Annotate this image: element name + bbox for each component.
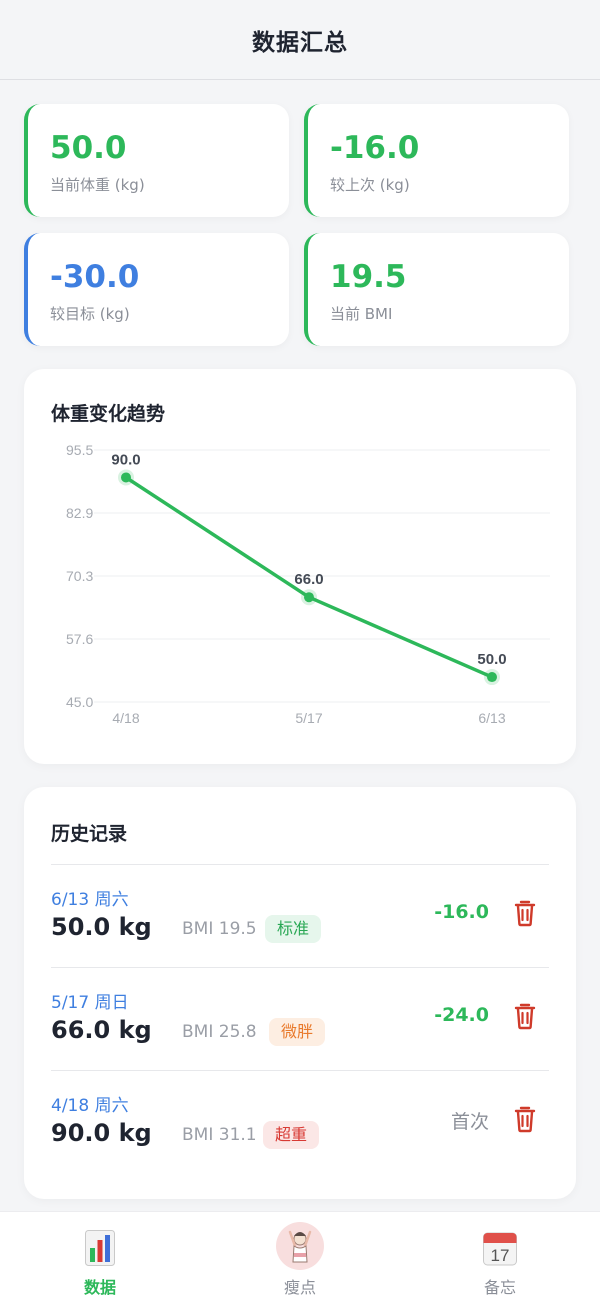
record-date: 4/18 周六 [51,1096,129,1116]
bottom-tab-bar: 数据 瘦点 17 备忘 [0,1211,600,1299]
trash-icon[interactable] [513,1002,537,1030]
tab-label: 瘦点 [283,1278,316,1297]
y-tick-label: 70.3 [66,568,93,584]
stat-card-vs-goal: -30.0 较目标 (kg) [24,233,289,346]
tab-data[interactable]: 数据 [0,1212,200,1299]
y-tick-label: 57.6 [66,631,93,647]
data-label: 50.0 [477,651,506,668]
x-tick-label: 4/18 [112,710,139,726]
tab-label: 备忘 [483,1278,516,1297]
tab-label: 数据 [83,1278,116,1297]
stat-label: 较上次 (kg) [330,176,410,194]
record-change: -24.0 [434,1004,489,1026]
tab-memo[interactable]: 17 备忘 [400,1212,600,1299]
record-weight: 50.0 kg [51,913,152,941]
page-title: 数据汇总 [252,29,348,56]
bar-chart-icon [85,1230,115,1266]
stat-value: 50.0 [50,130,127,166]
record-status-badge: 标准 [265,915,322,943]
stat-card-vs-last: -16.0 较上次 (kg) [304,104,569,217]
x-tick-label: 5/17 [295,710,322,726]
history-title: 历史记录 [51,823,128,845]
y-tick-label: 45.0 [66,694,93,710]
record-weight: 66.0 kg [51,1016,152,1044]
y-tick-label: 95.5 [66,442,93,458]
stat-card-bmi: 19.5 当前 BMI [304,233,569,346]
data-point [304,592,314,603]
record-bmi: BMI 31.1 [182,1125,257,1145]
stat-label: 较目标 (kg) [50,305,130,323]
record-date: 6/13 周六 [51,890,129,910]
data-point [487,672,497,683]
header-bar: 数据汇总 [0,0,600,80]
data-label: 66.0 [294,571,323,588]
trash-icon[interactable] [513,899,537,927]
avatar-icon [276,1222,324,1270]
stat-label: 当前 BMI [330,305,393,323]
tab-points[interactable]: 瘦点 [200,1212,400,1299]
history-record: 5/17 周日 66.0 kg BMI 25.8 微胖 -24.0 [51,968,549,1070]
stat-value: -16.0 [330,130,420,166]
record-bmi: BMI 25.8 [182,1022,257,1042]
trend-chart-panel: 体重变化趋势 95.5 82.9 70.3 57.6 45.0 4/18 5/17 6/13 9… [24,369,576,764]
data-point [121,472,131,483]
data-label: 90.0 [111,451,140,468]
stat-card-current-weight: 50.0 当前体重 (kg) [24,104,289,217]
calendar-day: 17 [491,1246,510,1265]
record-status-badge: 超重 [263,1121,320,1149]
record-weight: 90.0 kg [51,1119,152,1147]
calendar-icon: 17 [483,1232,517,1266]
history-record: 4/18 周六 90.0 kg BMI 31.1 超重 首次 [51,1071,549,1173]
record-change: 首次 [450,1111,489,1133]
stat-value: 19.5 [330,259,407,295]
record-change: -16.0 [434,901,489,923]
x-tick-label: 6/13 [478,710,505,726]
history-record: 6/13 周六 50.0 kg BMI 19.5 标准 -16.0 [51,865,549,967]
history-panel: 历史记录 6/13 周六 50.0 kg BMI 19.5 标准 -16.0 5… [24,787,576,1199]
stat-value: -30.0 [50,259,140,295]
record-status-badge: 微胖 [269,1018,326,1046]
record-date: 5/17 周日 [51,993,129,1013]
y-tick-label: 82.9 [66,505,93,521]
trash-icon[interactable] [513,1105,537,1133]
weight-trend-chart: 95.5 82.9 70.3 57.6 45.0 4/18 5/17 6/13 90.0 66.0… [66,442,550,726]
stat-label: 当前体重 (kg) [50,176,145,194]
record-bmi: BMI 19.5 [182,919,257,939]
